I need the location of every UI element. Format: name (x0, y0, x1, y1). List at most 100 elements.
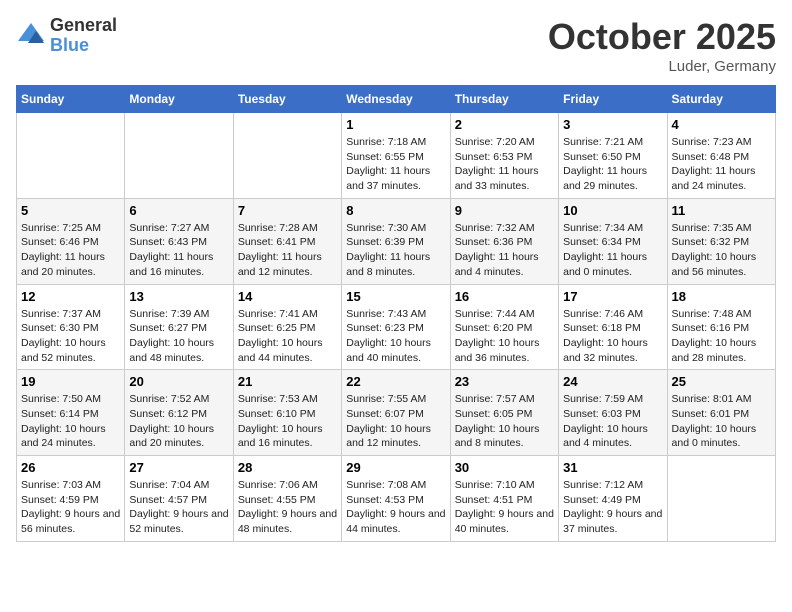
weekday-header: Friday (559, 86, 667, 113)
calendar-cell: 18 Sunrise: 7:48 AM Sunset: 6:16 PM Dayli… (667, 284, 775, 370)
day-info: Sunrise: 7:28 AM Sunset: 6:41 PM Dayligh… (238, 221, 337, 280)
day-info: Sunrise: 7:10 AM Sunset: 4:51 PM Dayligh… (455, 478, 554, 537)
day-info: Sunrise: 7:44 AM Sunset: 6:20 PM Dayligh… (455, 307, 554, 366)
day-number: 29 (346, 460, 445, 475)
day-info: Sunrise: 7:30 AM Sunset: 6:39 PM Dayligh… (346, 221, 445, 280)
day-number: 24 (563, 374, 662, 389)
day-number: 7 (238, 203, 337, 218)
day-info: Sunrise: 7:46 AM Sunset: 6:18 PM Dayligh… (563, 307, 662, 366)
day-info: Sunrise: 7:06 AM Sunset: 4:55 PM Dayligh… (238, 478, 337, 537)
logo-general-text: General (50, 16, 117, 36)
logo: General Blue (16, 16, 117, 56)
calendar-cell: 8Sunrise: 7:30 AM Sunset: 6:39 PM Daylig… (342, 198, 450, 284)
day-info: Sunrise: 7:48 AM Sunset: 6:16 PM Dayligh… (672, 307, 771, 366)
calendar-cell: 7 Sunrise: 7:28 AM Sunset: 6:41 PM Daylig… (233, 198, 341, 284)
day-info: Sunrise: 7:34 AM Sunset: 6:34 PM Dayligh… (563, 221, 662, 280)
calendar-cell: 11 Sunrise: 7:35 AM Sunset: 6:32 PM Dayli… (667, 198, 775, 284)
weekday-header: Saturday (667, 86, 775, 113)
day-number: 17 (563, 289, 662, 304)
calendar-cell: 20Sunrise: 7:52 AM Sunset: 6:12 PM Dayli… (125, 370, 233, 456)
day-number: 5 (21, 203, 120, 218)
day-info: Sunrise: 7:18 AM Sunset: 6:55 PM Dayligh… (346, 135, 445, 194)
day-number: 12 (21, 289, 120, 304)
day-info: Sunrise: 7:50 AM Sunset: 6:14 PM Dayligh… (21, 392, 120, 451)
calendar-cell (125, 113, 233, 199)
day-number: 23 (455, 374, 554, 389)
weekday-header: Tuesday (233, 86, 341, 113)
calendar-cell: 1 Sunrise: 7:18 AM Sunset: 6:55 PM Daylig… (342, 113, 450, 199)
calendar-cell (233, 113, 341, 199)
calendar-cell: 9 Sunrise: 7:32 AM Sunset: 6:36 PM Daylig… (450, 198, 558, 284)
day-info: Sunrise: 7:32 AM Sunset: 6:36 PM Dayligh… (455, 221, 554, 280)
calendar-week-row: 12 Sunrise: 7:37 AM Sunset: 6:30 PM Dayli… (17, 284, 776, 370)
day-number: 30 (455, 460, 554, 475)
calendar-cell: 30 Sunrise: 7:10 AM Sunset: 4:51 PM Dayli… (450, 456, 558, 542)
day-number: 28 (238, 460, 337, 475)
calendar-cell: 4Sunrise: 7:23 AM Sunset: 6:48 PM Daylig… (667, 113, 775, 199)
calendar-cell: 10 Sunrise: 7:34 AM Sunset: 6:34 PM Dayli… (559, 198, 667, 284)
day-info: Sunrise: 7:55 AM Sunset: 6:07 PM Dayligh… (346, 392, 445, 451)
day-info: Sunrise: 7:41 AM Sunset: 6:25 PM Dayligh… (238, 307, 337, 366)
weekday-header: Monday (125, 86, 233, 113)
day-info: Sunrise: 7:20 AM Sunset: 6:53 PM Dayligh… (455, 135, 554, 194)
page-header: General Blue October 2025 Luder, Germany (16, 16, 776, 75)
calendar-cell: 14 Sunrise: 7:41 AM Sunset: 6:25 PM Dayli… (233, 284, 341, 370)
day-info: Sunrise: 7:27 AM Sunset: 6:43 PM Dayligh… (129, 221, 228, 280)
day-number: 14 (238, 289, 337, 304)
day-number: 15 (346, 289, 445, 304)
day-info: Sunrise: 7:12 AM Sunset: 4:49 PM Dayligh… (563, 478, 662, 537)
day-info: Sunrise: 7:08 AM Sunset: 4:53 PM Dayligh… (346, 478, 445, 537)
calendar-cell: 29 Sunrise: 7:08 AM Sunset: 4:53 PM Dayli… (342, 456, 450, 542)
calendar-week-row: 19 Sunrise: 7:50 AM Sunset: 6:14 PM Dayli… (17, 370, 776, 456)
calendar-week-row: 26Sunrise: 7:03 AM Sunset: 4:59 PM Dayli… (17, 456, 776, 542)
calendar-cell: 22Sunrise: 7:55 AM Sunset: 6:07 PM Dayli… (342, 370, 450, 456)
day-info: Sunrise: 7:43 AM Sunset: 6:23 PM Dayligh… (346, 307, 445, 366)
calendar-cell: 6 Sunrise: 7:27 AM Sunset: 6:43 PM Daylig… (125, 198, 233, 284)
calendar-cell: 19 Sunrise: 7:50 AM Sunset: 6:14 PM Dayli… (17, 370, 125, 456)
day-number: 1 (346, 117, 445, 132)
day-info: Sunrise: 7:04 AM Sunset: 4:57 PM Dayligh… (129, 478, 228, 537)
day-info: Sunrise: 7:52 AM Sunset: 6:12 PM Dayligh… (129, 392, 228, 451)
day-number: 9 (455, 203, 554, 218)
day-info: Sunrise: 7:25 AM Sunset: 6:46 PM Dayligh… (21, 221, 120, 280)
calendar-cell: 26Sunrise: 7:03 AM Sunset: 4:59 PM Dayli… (17, 456, 125, 542)
day-number: 4 (672, 117, 771, 132)
day-number: 27 (129, 460, 228, 475)
calendar-cell: 28 Sunrise: 7:06 AM Sunset: 4:55 PM Dayli… (233, 456, 341, 542)
calendar-cell (667, 456, 775, 542)
day-number: 10 (563, 203, 662, 218)
day-number: 13 (129, 289, 228, 304)
day-info: Sunrise: 7:57 AM Sunset: 6:05 PM Dayligh… (455, 392, 554, 451)
calendar-cell: 15 Sunrise: 7:43 AM Sunset: 6:23 PM Dayli… (342, 284, 450, 370)
calendar-cell: 2 Sunrise: 7:20 AM Sunset: 6:53 PM Daylig… (450, 113, 558, 199)
day-info: Sunrise: 7:21 AM Sunset: 6:50 PM Dayligh… (563, 135, 662, 194)
day-number: 31 (563, 460, 662, 475)
day-info: Sunrise: 7:37 AM Sunset: 6:30 PM Dayligh… (21, 307, 120, 366)
month-title: October 2025 (548, 16, 776, 58)
weekday-header: Wednesday (342, 86, 450, 113)
calendar-cell: 17 Sunrise: 7:46 AM Sunset: 6:18 PM Dayli… (559, 284, 667, 370)
logo-blue-text: Blue (50, 36, 117, 56)
calendar-week-row: 5 Sunrise: 7:25 AM Sunset: 6:46 PM Daylig… (17, 198, 776, 284)
calendar-cell: 13Sunrise: 7:39 AM Sunset: 6:27 PM Dayli… (125, 284, 233, 370)
calendar-cell: 25 Sunrise: 8:01 AM Sunset: 6:01 PM Dayli… (667, 370, 775, 456)
day-number: 6 (129, 203, 228, 218)
calendar-table: SundayMondayTuesdayWednesdayThursdayFrid… (16, 85, 776, 542)
day-info: Sunrise: 7:35 AM Sunset: 6:32 PM Dayligh… (672, 221, 771, 280)
day-info: Sunrise: 8:01 AM Sunset: 6:01 PM Dayligh… (672, 392, 771, 451)
day-number: 21 (238, 374, 337, 389)
day-number: 25 (672, 374, 771, 389)
location: Luder, Germany (548, 58, 776, 75)
day-number: 16 (455, 289, 554, 304)
weekday-header: Thursday (450, 86, 558, 113)
calendar-cell: 16 Sunrise: 7:44 AM Sunset: 6:20 PM Dayli… (450, 284, 558, 370)
day-number: 18 (672, 289, 771, 304)
calendar-week-row: 1 Sunrise: 7:18 AM Sunset: 6:55 PM Daylig… (17, 113, 776, 199)
calendar-cell: 24Sunrise: 7:59 AM Sunset: 6:03 PM Dayli… (559, 370, 667, 456)
calendar-cell: 12 Sunrise: 7:37 AM Sunset: 6:30 PM Dayli… (17, 284, 125, 370)
day-number: 11 (672, 203, 771, 218)
day-number: 2 (455, 117, 554, 132)
calendar-cell: 27 Sunrise: 7:04 AM Sunset: 4:57 PM Dayli… (125, 456, 233, 542)
title-block: October 2025 Luder, Germany (548, 16, 776, 75)
day-number: 19 (21, 374, 120, 389)
